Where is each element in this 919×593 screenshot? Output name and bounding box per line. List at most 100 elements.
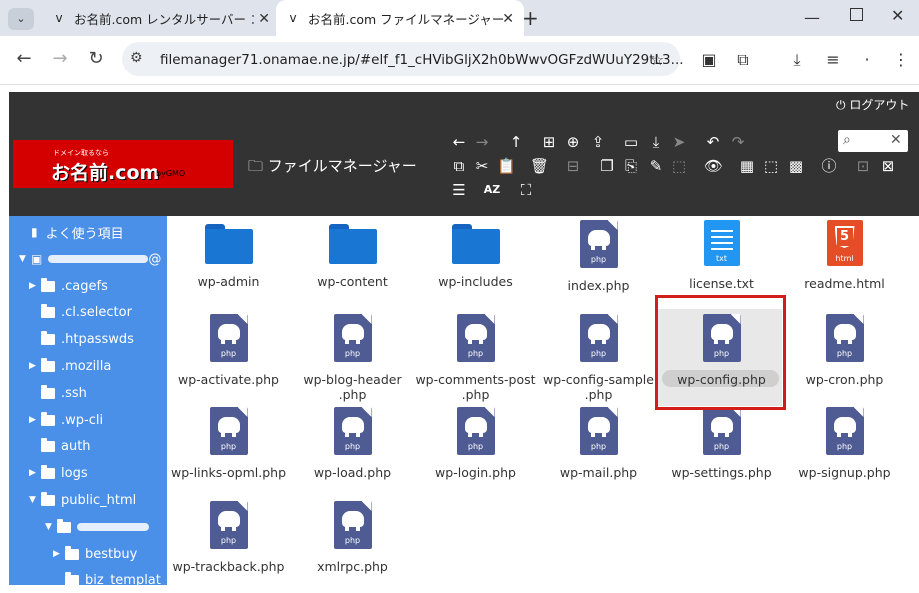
file-item[interactable]: php wp-login.php bbox=[413, 407, 538, 480]
file-item[interactable]: php wp-signup.php bbox=[782, 407, 907, 480]
tab-file-manager[interactable]: ⅴ お名前.com ファイルマネージャー ✕ bbox=[276, 0, 524, 36]
new-folder-icon[interactable]: ⊞ bbox=[540, 133, 558, 151]
tab-close-icon[interactable]: ✕ bbox=[502, 11, 514, 27]
file-item[interactable]: php wp-config-sample .php bbox=[536, 314, 661, 402]
bookmark-star-icon[interactable]: ☆ bbox=[646, 50, 668, 69]
forward-icon[interactable]: → bbox=[473, 133, 491, 151]
rename-icon[interactable]: ⎘ bbox=[622, 157, 640, 175]
maximize-icon[interactable] bbox=[850, 8, 863, 21]
file-item[interactable]: php index.php bbox=[536, 220, 661, 293]
invert-selection-icon[interactable]: ▩ bbox=[787, 157, 805, 175]
file-item[interactable]: wp-includes bbox=[413, 220, 538, 289]
select-none-icon[interactable]: ⬚ bbox=[762, 157, 780, 175]
file-item[interactable]: php wp-cron.php bbox=[782, 314, 907, 387]
sidebar-item[interactable]: .ssh bbox=[29, 380, 87, 406]
extension-icon[interactable]: ▣ bbox=[698, 50, 720, 69]
sidebar-item[interactable]: ▶ .cagefs bbox=[29, 273, 108, 299]
url-text[interactable]: filemanager71.onamae.ne.jp/#elf_f1_cHVib… bbox=[160, 52, 684, 68]
file-item[interactable]: txt license.txt bbox=[659, 220, 784, 291]
sidebar-item[interactable]: ▮ よく使う項目 bbox=[19, 219, 124, 245]
sidebar-item[interactable]: ▼ public_html bbox=[29, 487, 136, 513]
sort-az-icon[interactable]: AZ bbox=[483, 181, 501, 199]
cut-icon[interactable]: ✂ bbox=[473, 157, 491, 175]
back-icon[interactable]: ← bbox=[450, 133, 468, 151]
file-ext-label: php bbox=[713, 442, 730, 451]
file-item[interactable]: php wp-blog-header .php bbox=[290, 314, 415, 402]
expand-down-icon[interactable]: ▼ bbox=[45, 522, 57, 532]
tab-close-icon[interactable]: ✕ bbox=[258, 11, 270, 27]
menu-dots-icon[interactable]: ⋮ bbox=[890, 50, 912, 69]
sidebar-item[interactable]: ▶ .wp-cli bbox=[29, 407, 103, 433]
file-item[interactable]: php wp-trackback.php bbox=[166, 501, 291, 574]
expand-down-icon[interactable]: ▼ bbox=[29, 495, 41, 505]
file-ext-label: php bbox=[220, 349, 237, 358]
sidebar-item[interactable]: biz_templat bbox=[53, 567, 161, 593]
file-item[interactable]: php xmlrpc.php bbox=[290, 501, 415, 574]
folder-icon bbox=[57, 518, 71, 533]
preview-eye-icon[interactable]: 👁 bbox=[704, 157, 723, 175]
upload-icon[interactable]: ⇪ bbox=[589, 133, 607, 151]
sidebar-item[interactable]: .htpasswds bbox=[29, 326, 134, 352]
view-list-icon[interactable]: ☰ bbox=[450, 181, 468, 199]
file-item[interactable]: 5 html readme.html bbox=[782, 220, 907, 291]
download-icon[interactable]: ⤓ bbox=[647, 133, 665, 151]
site-info-icon[interactable]: ⚙ bbox=[130, 50, 143, 66]
delete-icon[interactable]: 🗑 bbox=[530, 157, 549, 175]
forward-arrow-icon[interactable]: → bbox=[48, 48, 72, 69]
clear-search-icon[interactable]: ✕ bbox=[890, 132, 902, 148]
fullscreen-icon[interactable]: ⛶ bbox=[517, 181, 535, 199]
sidebar-item[interactable]: ▶ .mozilla bbox=[29, 353, 111, 379]
open-icon[interactable]: ▭ bbox=[622, 133, 640, 151]
expand-right-icon[interactable]: ▶ bbox=[53, 549, 65, 559]
info-icon[interactable]: ⓘ bbox=[820, 157, 838, 175]
download-icon[interactable]: ⤓ bbox=[786, 50, 808, 70]
expand-right-icon[interactable]: ▶ bbox=[29, 415, 41, 425]
file-item[interactable]: php wp-comments-post .php bbox=[413, 314, 538, 402]
paste-icon[interactable]: 📋 bbox=[497, 157, 516, 175]
sidebar-item[interactable]: ▶ logs bbox=[29, 460, 88, 486]
new-tab-button[interactable]: + bbox=[522, 6, 539, 30]
select-all-icon[interactable]: ▦ bbox=[738, 157, 756, 175]
extract-icon[interactable]: ⊠ bbox=[879, 157, 897, 175]
media-icon[interactable]: ≡ bbox=[822, 50, 844, 69]
file-item[interactable]: php wp-links-opml.php bbox=[166, 407, 291, 480]
sidebar-item[interactable]: ▶ bestbuy bbox=[53, 541, 137, 567]
minimize-icon[interactable]: — bbox=[804, 8, 820, 27]
pointer-icon[interactable]: ➤ bbox=[670, 133, 688, 151]
file-item[interactable]: wp-admin bbox=[166, 220, 291, 289]
sidebar-item[interactable]: ▼ ▣ @ bbox=[19, 246, 161, 272]
file-item[interactable]: php wp-load.php bbox=[290, 407, 415, 480]
profile-icon[interactable]: · bbox=[856, 50, 878, 69]
sidebar-item[interactable]: .cl.selector bbox=[29, 299, 132, 325]
redo-icon[interactable]: ↷ bbox=[729, 133, 747, 151]
logout-button[interactable]: ⏻ ログアウト bbox=[836, 96, 909, 113]
sidebar-item[interactable]: ▼ bbox=[45, 514, 149, 540]
tab-control-panel[interactable]: ⅴ お名前.com レンタルサーバー コントロ ✕ bbox=[44, 0, 280, 36]
tab-search-button[interactable]: ⌄ bbox=[8, 8, 34, 30]
search-box[interactable]: ⌕ ✕ bbox=[838, 130, 908, 152]
back-arrow-icon[interactable]: ← bbox=[12, 48, 36, 69]
archive-icon[interactable]: ⊡ bbox=[854, 157, 872, 175]
puzzle-icon[interactable]: ⧉ bbox=[732, 50, 754, 70]
browser-tab-bar: ⌄ ⅴ お名前.com レンタルサーバー コントロ ✕ ⅴ お名前.com ファ… bbox=[0, 0, 919, 36]
reload-icon[interactable]: ↻ bbox=[84, 48, 108, 69]
file-item[interactable]: wp-content bbox=[290, 220, 415, 289]
up-icon[interactable]: ↑ bbox=[507, 133, 525, 151]
sidebar-item[interactable]: auth bbox=[29, 433, 91, 459]
edit-icon[interactable]: ✎ bbox=[647, 157, 665, 175]
close-window-icon[interactable]: ✕ bbox=[891, 6, 904, 25]
file-item[interactable]: php wp-settings.php bbox=[659, 407, 784, 480]
undo-icon[interactable]: ↶ bbox=[704, 133, 722, 151]
new-file-icon[interactable]: ⊕ bbox=[564, 133, 582, 151]
expand-right-icon[interactable]: ▶ bbox=[29, 361, 41, 371]
file-item[interactable]: php wp-activate.php bbox=[166, 314, 291, 387]
expand-down-icon[interactable]: ▼ bbox=[19, 254, 31, 264]
expand-right-icon[interactable]: ▶ bbox=[29, 281, 41, 291]
empty-icon[interactable]: ⊟ bbox=[564, 157, 582, 175]
expand-right-icon[interactable]: ▶ bbox=[29, 468, 41, 478]
file-item[interactable]: php wp-mail.php bbox=[536, 407, 661, 480]
resize-icon[interactable]: ⬚ bbox=[670, 157, 688, 175]
file-ext-label: php bbox=[590, 349, 607, 358]
duplicate-icon[interactable]: ❐ bbox=[598, 157, 616, 175]
copy-icon[interactable]: ⧉ bbox=[450, 157, 468, 175]
